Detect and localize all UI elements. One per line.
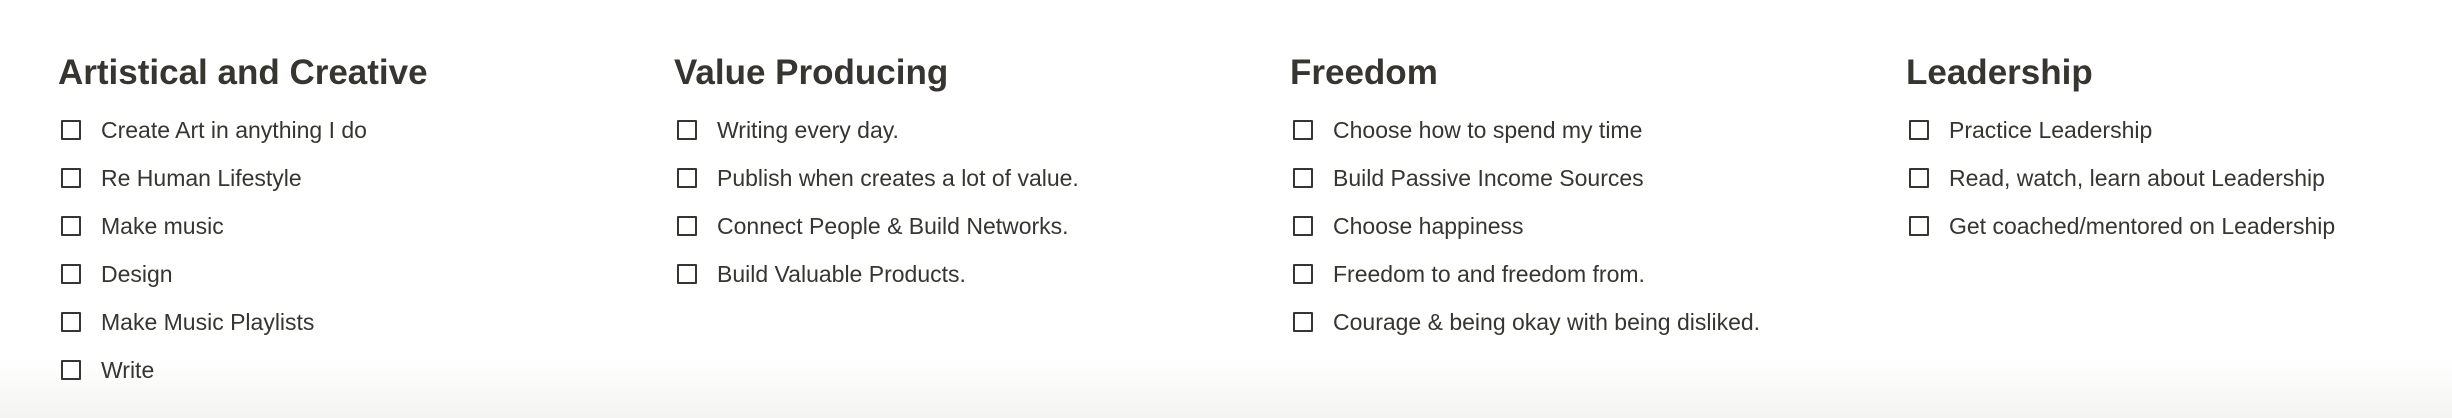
column-value-producing: Value Producing Writing every day. Publi…: [674, 52, 1290, 394]
column-heading: Freedom: [1290, 53, 1438, 92]
checkbox[interactable]: [1293, 168, 1313, 188]
todo-label: Make music: [101, 213, 224, 239]
checkbox[interactable]: [1909, 120, 1929, 140]
todo-item[interactable]: Write: [58, 346, 674, 394]
column-layout: Artistical and Creative Create Art in an…: [58, 52, 2452, 394]
checkbox[interactable]: [677, 168, 697, 188]
todo-item[interactable]: Freedom to and freedom from.: [1290, 250, 1906, 298]
checkbox[interactable]: [61, 168, 81, 188]
checkbox[interactable]: [61, 216, 81, 236]
checkbox[interactable]: [61, 120, 81, 140]
checkbox[interactable]: [61, 360, 81, 380]
checkbox[interactable]: [677, 120, 697, 140]
checkbox[interactable]: [1909, 168, 1929, 188]
todo-item[interactable]: Courage & being okay with being disliked…: [1290, 298, 1906, 346]
todo-label: Get coached/mentored on Leadership: [1949, 213, 2336, 239]
todo-label: Build Passive Income Sources: [1333, 165, 1644, 191]
todo-item[interactable]: Writing every day.: [674, 106, 1290, 154]
checkbox[interactable]: [677, 216, 697, 236]
column-heading: Artistical and Creative: [58, 53, 428, 92]
todo-item[interactable]: Practice Leadership: [1906, 106, 2452, 154]
todo-label: Re Human Lifestyle: [101, 165, 302, 191]
todo-item[interactable]: Choose how to spend my time: [1290, 106, 1906, 154]
checkbox[interactable]: [1909, 216, 1929, 236]
checkbox[interactable]: [677, 264, 697, 284]
column-artistical-creative: Artistical and Creative Create Art in an…: [58, 52, 674, 394]
todo-label: Publish when creates a lot of value.: [717, 165, 1079, 191]
checkbox[interactable]: [1293, 264, 1313, 284]
todo-item[interactable]: Build Valuable Products.: [674, 250, 1290, 298]
checkbox[interactable]: [61, 312, 81, 332]
column-heading: Value Producing: [674, 53, 949, 92]
column-heading: Leadership: [1906, 53, 2093, 92]
checkbox[interactable]: [1293, 216, 1313, 236]
todo-label: Write: [101, 357, 155, 383]
todo-label: Writing every day.: [717, 117, 899, 143]
todo-label: Choose how to spend my time: [1333, 117, 1643, 143]
checkbox[interactable]: [61, 264, 81, 284]
todo-label: Build Valuable Products.: [717, 261, 966, 287]
todo-item[interactable]: Make Music Playlists: [58, 298, 674, 346]
checkbox[interactable]: [1293, 312, 1313, 332]
todo-item[interactable]: Design: [58, 250, 674, 298]
todo-label: Make Music Playlists: [101, 309, 315, 335]
todo-label: Freedom to and freedom from.: [1333, 261, 1645, 287]
todo-item[interactable]: Connect People & Build Networks.: [674, 202, 1290, 250]
todo-item[interactable]: Build Passive Income Sources: [1290, 154, 1906, 202]
column-freedom: Freedom Choose how to spend my time Buil…: [1290, 52, 1906, 394]
todo-item[interactable]: Make music: [58, 202, 674, 250]
todo-item[interactable]: Choose happiness: [1290, 202, 1906, 250]
todo-label: Courage & being okay with being disliked…: [1333, 309, 1761, 335]
todo-label: Create Art in anything I do: [101, 117, 367, 143]
todo-label: Read, watch, learn about Leadership: [1949, 165, 2325, 191]
todo-item[interactable]: Publish when creates a lot of value.: [674, 154, 1290, 202]
todo-label: Design: [101, 261, 173, 287]
todo-item[interactable]: Get coached/mentored on Leadership: [1906, 202, 2452, 250]
column-leadership: Leadership Practice Leadership Read, wat…: [1906, 52, 2452, 394]
todo-label: Connect People & Build Networks.: [717, 213, 1069, 239]
checkbox[interactable]: [1293, 120, 1313, 140]
todo-item[interactable]: Create Art in anything I do: [58, 106, 674, 154]
todo-label: Choose happiness: [1333, 213, 1524, 239]
todo-item[interactable]: Read, watch, learn about Leadership: [1906, 154, 2452, 202]
todo-label: Practice Leadership: [1949, 117, 2153, 143]
todo-item[interactable]: Re Human Lifestyle: [58, 154, 674, 202]
